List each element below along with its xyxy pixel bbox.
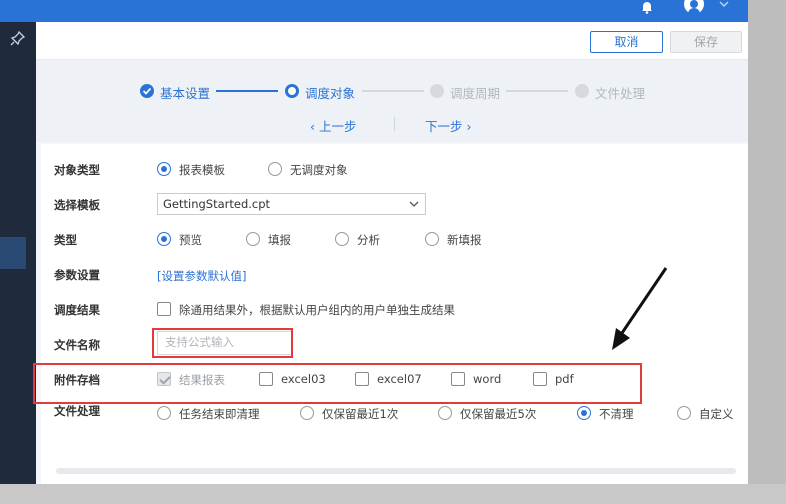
radio-unchecked-icon [300, 406, 314, 420]
option-label: 预览 [179, 233, 202, 247]
pending-step-dot-icon [430, 84, 444, 98]
option-label: 任务结束即清理 [179, 407, 260, 421]
chevron-down-icon[interactable] [718, 0, 730, 10]
prev-step-button[interactable]: ‹ 上一步 [310, 116, 356, 135]
toolbar: 取消 保存 [36, 22, 748, 60]
template-value: GettingStarted.cpt [163, 197, 271, 211]
option-label: 仅保留最近5次 [460, 407, 537, 421]
next-step-button[interactable]: 下一步 › [425, 116, 471, 135]
option-label: 新填报 [447, 233, 482, 247]
check-circle-icon [140, 84, 154, 98]
bottom-strip [0, 484, 786, 504]
radio-unchecked-icon [157, 406, 171, 420]
option-label: 报表模板 [179, 163, 225, 177]
radio-unchecked-icon [268, 162, 282, 176]
pending-step-dot-icon [575, 84, 589, 98]
params-label: 参数设置 [54, 268, 100, 282]
option-label: 不清理 [599, 407, 634, 421]
template-select[interactable]: GettingStarted.cpt [157, 193, 426, 215]
option-label: 填报 [268, 233, 291, 247]
option-label: 无调度对象 [290, 163, 348, 177]
step-label: 调度对象 [305, 86, 356, 101]
step-indicator: 基本设置 调度对象 调度周期 文件处理 ‹ 上一步 下一步 › [36, 60, 748, 142]
cancel-button[interactable]: 取消 [590, 31, 663, 53]
option-label: 分析 [357, 233, 380, 247]
main-panel: 取消 保存 基本设置 调度对象 调度周期 文件处理 ‹ 上一步 下一步 › 对象… [36, 22, 748, 484]
object-type-label: 对象类型 [54, 163, 100, 177]
nav-divider [394, 117, 395, 131]
type-label: 类型 [54, 233, 77, 247]
step-connector [216, 90, 278, 92]
bell-icon[interactable] [640, 0, 654, 14]
file-handling-label: 文件处理 [54, 404, 100, 418]
file-name-label: 文件名称 [54, 338, 100, 352]
radio-checked-icon [577, 406, 591, 420]
active-step-dot-icon [285, 84, 299, 98]
checkbox-icon [157, 302, 171, 316]
radio-checked-icon [157, 162, 171, 176]
step-connector [362, 90, 424, 92]
chevron-down-icon [409, 201, 419, 207]
pointer-arrow-icon [612, 267, 668, 350]
highlight-box-attachment [33, 363, 642, 404]
option-label: 自定义 [699, 407, 734, 421]
radio-unchecked-icon [677, 406, 691, 420]
user-avatar[interactable] [684, 0, 704, 14]
radio-checked-icon [157, 232, 171, 246]
step-label: 文件处理 [595, 86, 646, 101]
radio-unchecked-icon [425, 232, 439, 246]
horizontal-scrollbar[interactable] [56, 468, 736, 474]
highlight-box-file-name [152, 328, 293, 358]
user-icon [688, 0, 700, 14]
set-default-params-link[interactable]: [设置参数默认值] [157, 268, 246, 284]
radio-unchecked-icon [246, 232, 260, 246]
step-connector [506, 90, 568, 92]
top-bar [0, 0, 748, 22]
step-label: 调度周期 [450, 86, 501, 101]
template-label: 选择模板 [54, 198, 100, 212]
result-label: 调度结果 [54, 303, 100, 317]
pin-icon[interactable] [10, 30, 26, 46]
radio-unchecked-icon [438, 406, 452, 420]
sidebar [0, 22, 36, 484]
save-button[interactable]: 保存 [670, 31, 742, 53]
step-label: 基本设置 [160, 86, 211, 101]
sidebar-active-item[interactable] [0, 237, 26, 269]
option-label: 仅保留最近1次 [322, 407, 399, 421]
radio-unchecked-icon [335, 232, 349, 246]
option-label: 除通用结果外，根据默认用户组内的用户单独生成结果 [179, 303, 455, 317]
